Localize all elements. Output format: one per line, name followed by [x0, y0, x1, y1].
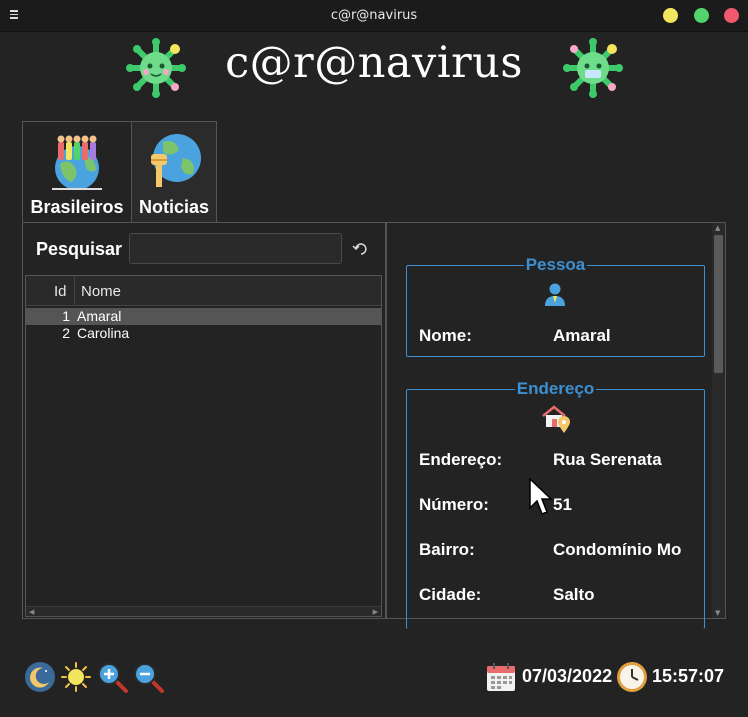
vertical-scrollbar[interactable]: ▲ ▼ [712, 223, 725, 618]
main-panel: Pesquisar Id Nome 1 Amaral 2 Carolina ◀ … [22, 222, 726, 629]
crowd-globe-icon [52, 135, 102, 190]
table-row[interactable]: 2 Carolina [26, 325, 381, 342]
maximize-button[interactable] [694, 8, 709, 23]
pessoa-group: Pessoa Nome: Amaral [406, 255, 705, 357]
numero-label: Número: [419, 495, 489, 514]
list-pane: Pesquisar Id Nome 1 Amaral 2 Carolina ◀ … [23, 223, 385, 618]
pessoa-title: Pessoa [523, 255, 588, 274]
table-header: Id Nome [26, 276, 381, 306]
tab-noticias-label: Noticias [138, 197, 210, 217]
clear-search-icon[interactable] [352, 241, 368, 257]
scroll-right-icon[interactable]: ▶ [373, 608, 378, 616]
person-icon [545, 283, 565, 306]
row-id: 2 [62, 325, 70, 341]
scrollbar-thumb[interactable] [714, 235, 723, 373]
search-label: Pesquisar [36, 239, 123, 259]
nome-value: Amaral [553, 326, 611, 345]
nome-label: Nome: [419, 326, 472, 345]
endereco-group: Endereço Endereço: Rua Serenata Número: … [406, 379, 705, 629]
date-display: 07/03/2022 [522, 666, 613, 686]
tab-brasileiros[interactable]: Brasileiros [22, 121, 132, 223]
row-name: Carolina [77, 325, 130, 341]
column-header-id[interactable]: Id [54, 283, 67, 300]
cidade-value: Salto [553, 585, 595, 604]
cidade-label: Cidade: [419, 585, 482, 604]
scroll-up-icon[interactable]: ▲ [715, 224, 720, 232]
people-table: Id Nome 1 Amaral 2 Carolina ◀ ▶ [25, 275, 382, 617]
calendar-icon [487, 663, 515, 691]
minimize-button[interactable] [663, 8, 678, 23]
app-title: c@r@navirus [225, 38, 523, 88]
numero-value: 51 [553, 495, 572, 514]
scroll-down-icon[interactable]: ▼ [715, 609, 720, 617]
endereco-label: Endereço: [419, 450, 503, 469]
virus-right-icon [563, 38, 623, 98]
bairro-value: Condomínio Mo [553, 540, 682, 559]
column-header-nome[interactable]: Nome [81, 283, 121, 300]
row-name: Amaral [77, 308, 122, 324]
endereco-title: Endereço [514, 379, 597, 398]
mouse-cursor-icon [529, 478, 553, 515]
tab-noticias[interactable]: Noticias [131, 121, 217, 223]
news-globe-icon [151, 134, 201, 187]
details-pane: Pessoa Nome: Amaral Endereço Endereço: R… [387, 223, 725, 629]
horizontal-scrollbar[interactable]: ◀ ▶ [26, 606, 381, 616]
bairro-label: Bairro: [419, 540, 475, 559]
scroll-left-icon[interactable]: ◀ [29, 608, 34, 616]
sun-icon[interactable] [60, 661, 92, 693]
window-title: c@r@navirus [330, 8, 418, 23]
title-bar: c@r@navirus [0, 0, 748, 32]
row-id: 1 [62, 308, 70, 324]
tab-brasileiros-label: Brasileiros [30, 197, 124, 217]
zoom-out-icon[interactable] [132, 661, 164, 693]
house-location-icon [542, 405, 570, 433]
time-display: 15:57:07 [652, 666, 725, 686]
moon-icon[interactable] [24, 661, 56, 693]
zoom-in-icon[interactable] [96, 661, 128, 693]
search-input[interactable] [129, 233, 342, 264]
close-button[interactable] [724, 8, 739, 23]
table-row[interactable]: 1 Amaral [26, 308, 381, 325]
endereco-value: Rua Serenata [553, 450, 662, 469]
clock-icon [617, 662, 647, 692]
